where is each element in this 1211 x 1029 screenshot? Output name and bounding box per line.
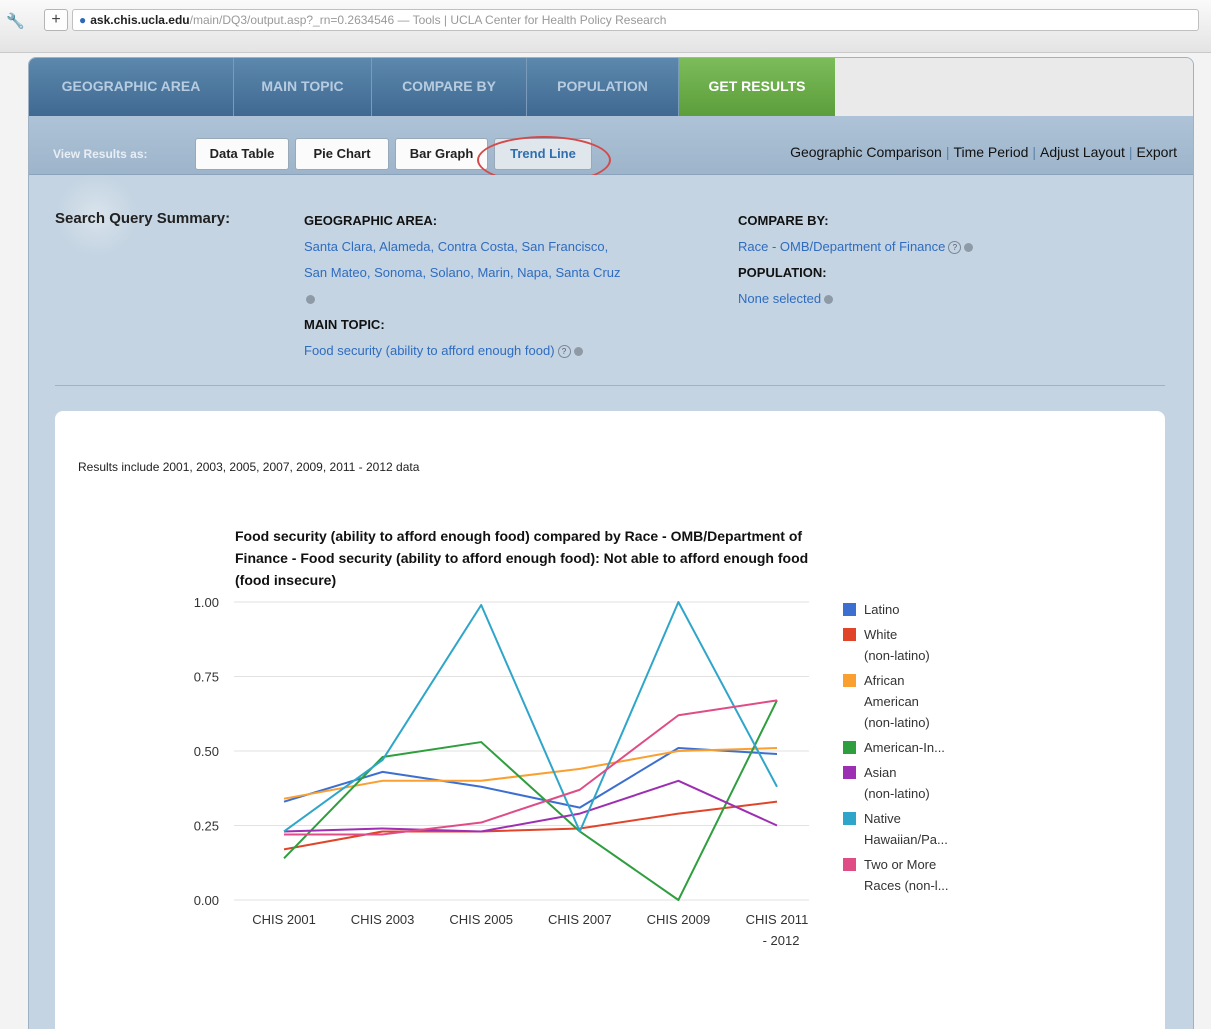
add-bookmark-button[interactable]: + [44, 9, 68, 31]
y-tick-label: 0.50 [194, 744, 219, 759]
browser-toolbar: 🔧 + ● ask.chis.ucla.edu/main/DQ3/output.a… [0, 0, 1211, 53]
legend-swatch [843, 766, 856, 779]
legend-swatch [843, 603, 856, 616]
legend-label: (non-latino) [864, 786, 930, 801]
address-bar[interactable]: ● ask.chis.ucla.edu/main/DQ3/output.asp?_… [72, 9, 1199, 31]
x-tick-label: CHIS 2011 [746, 912, 809, 927]
y-tick-label: 1.00 [194, 595, 219, 610]
legend-label: Hawaiian/Pa... [864, 832, 948, 847]
x-tick-label: CHIS 2007 [548, 912, 612, 927]
legend-label: White [864, 627, 897, 642]
legend-label: Latino [864, 602, 899, 617]
legend-swatch [843, 812, 856, 825]
legend-swatch [843, 741, 856, 754]
globe-icon: ● [79, 13, 87, 27]
legend-label: Two or More [864, 857, 936, 872]
legend-label: African [864, 673, 904, 688]
x-tick-label: CHIS 2001 [252, 912, 316, 927]
x-tick-label: CHIS 2005 [449, 912, 513, 927]
x-tick-label-cont: - 2012 [763, 933, 800, 948]
url-path: /main/DQ3/output.asp?_rn=0.2634546 — Too… [189, 13, 667, 27]
wrench-icon[interactable]: 🔧 [6, 12, 25, 30]
app-frame: GEOGRAPHIC AREA MAIN TOPIC COMPARE BY PO… [28, 57, 1194, 1029]
legend-label: (non-latino) [864, 715, 930, 730]
legend-label: American [864, 694, 919, 709]
legend-label: Asian [864, 765, 897, 780]
series-line-3 [283, 699, 778, 901]
y-tick-label: 0.75 [194, 670, 219, 685]
legend-label: American-In... [864, 740, 945, 755]
y-tick-label: 0.00 [194, 893, 219, 908]
legend-label: (non-latino) [864, 648, 930, 663]
url-host: ask.chis.ucla.edu [90, 13, 190, 27]
y-tick-label: 0.25 [194, 819, 219, 834]
legend-label: Native [864, 811, 901, 826]
trend-line-chart: 1.00 0.75 0.50 0.25 0.00 CHIS 2001 CHIS 2003 CH… [194, 595, 949, 948]
legend-swatch [843, 674, 856, 687]
legend-swatch [843, 858, 856, 871]
legend-swatch [843, 628, 856, 641]
x-tick-label: CHIS 2009 [647, 912, 711, 927]
x-tick-label: CHIS 2003 [351, 912, 415, 927]
legend-label: Races (non-l... [864, 878, 949, 893]
